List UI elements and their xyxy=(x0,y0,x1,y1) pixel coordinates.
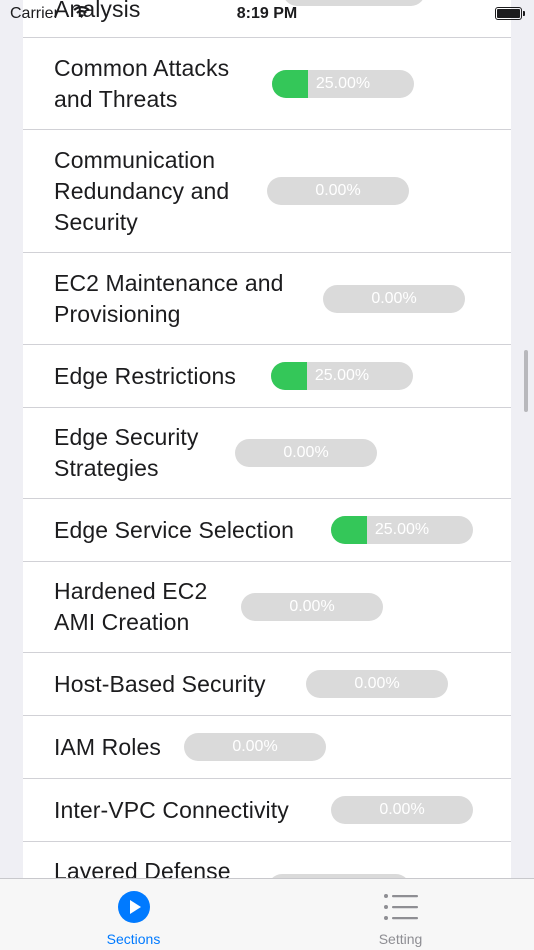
section-row[interactable]: Inter-VPC Connectivity 0.00% xyxy=(23,779,511,842)
section-title: Edge Restrictions xyxy=(54,362,236,389)
progress-percent: 0.00% xyxy=(371,290,417,307)
section-progress: 0.00% xyxy=(184,733,326,761)
section-title-text: Common Attacks and Threats xyxy=(54,54,230,112)
section-title: Hardened EC2 AMI Creation xyxy=(23,576,244,638)
progress-percent: 25.00% xyxy=(315,75,371,92)
section-list[interactable]: Analysis Common Attacks and Threats 25.0… xyxy=(23,0,511,880)
section-row[interactable]: Layered Defense xyxy=(23,842,511,880)
section-progress: 25.00% xyxy=(272,70,414,98)
section-title-text: EC2 Maintenance and Provisioning xyxy=(54,269,284,327)
section-title-text: Hardened EC2 AMI Creation xyxy=(54,578,208,635)
tab-label: Setting xyxy=(378,931,423,947)
section-progress: 0.00% xyxy=(331,796,473,824)
section-progress: 25.00% xyxy=(331,516,473,544)
tab-sections[interactable]: Sections xyxy=(0,879,267,950)
section-title: Communication Redundancy and Security xyxy=(23,145,264,238)
section-row[interactable]: Hardened EC2 AMI Creation 0.00% xyxy=(23,562,511,653)
tab-setting[interactable]: Setting xyxy=(267,879,534,950)
play-circle-icon xyxy=(116,889,152,925)
section-progress: 0.00% xyxy=(306,670,448,698)
section-row[interactable]: Edge Security Strategies 0.00% xyxy=(23,408,511,499)
section-row[interactable]: Communication Redundancy and Security 0.… xyxy=(23,130,511,253)
section-progress: 0.00% xyxy=(235,439,377,467)
progress-percent: 0.00% xyxy=(232,738,278,755)
progress-percent: 0.00% xyxy=(283,444,329,461)
left-gutter xyxy=(0,0,23,880)
progress-percent: 0.00% xyxy=(289,598,335,615)
battery-icon xyxy=(495,7,525,20)
progress-percent: 25.00% xyxy=(314,367,370,384)
section-title: Inter-VPC Connectivity xyxy=(54,796,289,823)
section-progress: 0.00% xyxy=(323,285,465,313)
right-gutter xyxy=(511,0,534,880)
section-title: Common Attacks and Threats xyxy=(23,53,254,115)
progress-percent: 0.00% xyxy=(379,801,425,818)
section-title: Edge Security Strategies xyxy=(23,422,234,484)
section-title-text: Edge Security Strategies xyxy=(54,424,199,481)
section-row[interactable]: IAM Roles 0.00% xyxy=(23,716,511,779)
list-icon xyxy=(383,889,419,925)
section-row[interactable]: Edge Service Selection 25.00% xyxy=(23,499,511,562)
section-progress: 0.00% xyxy=(241,593,383,621)
section-progress: 0.00% xyxy=(267,177,409,205)
progress-percent: 25.00% xyxy=(374,521,430,538)
progress-percent: 0.00% xyxy=(354,675,400,692)
section-title: Edge Service Selection xyxy=(54,516,295,543)
progress-percent: 0.00% xyxy=(315,182,361,199)
section-row[interactable]: Common Attacks and Threats 25.00% xyxy=(23,38,511,130)
section-progress: 25.00% xyxy=(271,362,413,390)
section-title: IAM Roles xyxy=(54,733,161,760)
section-row[interactable]: Edge Restrictions 25.00% xyxy=(23,345,511,408)
section-title: Layered Defense xyxy=(54,858,231,880)
section-row[interactable]: Host-Based Security 0.00% xyxy=(23,653,511,716)
tab-bar: Sections Setting xyxy=(0,878,534,950)
scroll-indicator[interactable] xyxy=(524,350,528,412)
tab-label: Sections xyxy=(106,931,161,947)
section-title-text: Communication Redundancy and Security xyxy=(54,146,230,235)
section-title: Host-Based Security xyxy=(54,670,266,697)
clock: 8:19 PM xyxy=(236,5,298,22)
section-row[interactable]: EC2 Maintenance and Provisioning 0.00% xyxy=(23,253,511,345)
status-bar: Carrier 8:19 PM xyxy=(0,0,534,30)
section-title: EC2 Maintenance and Provisioning xyxy=(23,268,324,330)
